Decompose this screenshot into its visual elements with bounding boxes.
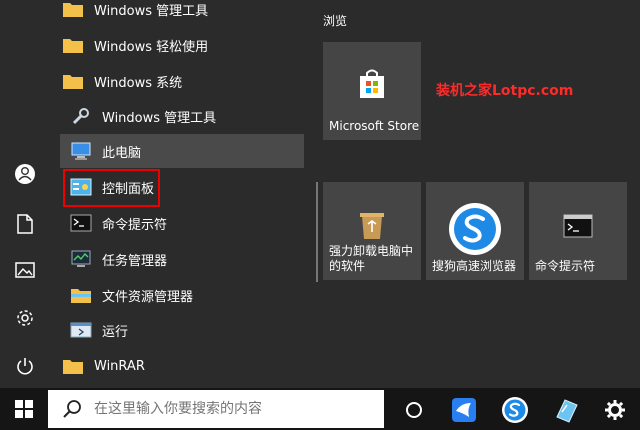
admin-tools-icon [70,105,92,127]
highlight-box [63,169,160,207]
command-prompt-icon [70,212,92,234]
settings-icon[interactable] [13,306,37,330]
tile-command-prompt[interactable]: 命令提示符 [529,182,627,280]
power-icon[interactable] [13,354,37,378]
app-item-windows-system-folder[interactable]: Windows 系统 ⌃ [62,64,354,98]
tile-sogou-browser[interactable]: 搜狗高速浏览器 [426,182,524,280]
tile-group-label: 浏览 [323,14,348,28]
pictures-icon[interactable] [13,258,37,282]
command-prompt-icon [563,214,593,238]
cortana-circle-icon [406,402,422,418]
app-item-label: 文件资源管理器 [102,289,194,305]
app-item-this-pc[interactable]: 此电脑 [60,134,304,168]
app-item-label: Windows 管理工具 [94,3,209,19]
folder-icon [62,70,84,92]
app-item-label: 任务管理器 [102,253,168,269]
app-item-label: WinRAR [94,358,145,374]
start-button[interactable] [0,388,48,430]
folder-icon [62,34,84,56]
app-item-label: 命令提示符 [102,217,168,233]
bird-app-icon [452,398,476,422]
tile-group-divider [316,182,318,282]
taskbar-app-sogou[interactable] [497,392,533,428]
search-icon [62,399,82,419]
start-rail [0,0,50,388]
taskbar-app-feishu[interactable] [446,392,482,428]
app-item-windows-admin-tools-folder[interactable]: Windows 管理工具 ⌄ [62,0,354,26]
tile-label: 搜狗高速浏览器 [432,259,517,273]
watermark-text: 装机之家Lotpc.com [436,83,574,99]
recycle-bin-icon [360,213,384,239]
app-item-windows-ease-folder[interactable]: Windows 轻松使用 ⌄ [62,28,354,62]
sogou-browser-icon [449,203,501,255]
folder-icon [62,355,84,377]
folder-icon [62,0,84,20]
control-panel-icon [556,399,578,423]
file-explorer-icon [70,284,92,306]
taskbar-search-box[interactable] [48,390,384,428]
app-item-label: Windows 管理工具 [102,110,217,126]
tile-uninstaller[interactable]: 强力卸载电脑中 的软件 [323,182,421,280]
search-input[interactable] [92,400,384,418]
store-bag-icon [360,69,384,98]
task-view-button[interactable] [396,392,432,428]
documents-icon[interactable] [13,212,37,236]
task-manager-icon [70,248,92,270]
tile-microsoft-store[interactable]: Microsoft Store [323,42,421,140]
app-item-label: 运行 [102,324,129,340]
app-item-label: 此电脑 [102,145,142,161]
tile-label: 强力卸载电脑中 的软件 [329,244,414,273]
app-item-winrar-folder[interactable]: WinRAR ⌄ [62,349,354,383]
taskbar-app-control-panel[interactable] [548,392,584,428]
gear-icon [605,400,625,420]
computer-icon [70,140,92,162]
user-icon[interactable] [13,162,37,186]
app-item-label: Windows 系统 [94,75,183,91]
run-icon [70,319,92,341]
tile-label: 命令提示符 [535,259,596,273]
app-item-label: Windows 轻松使用 [94,39,209,55]
sogou-browser-icon [502,397,528,423]
taskbar-settings-button[interactable] [597,392,633,428]
tile-label: Microsoft Store [329,119,420,133]
windows-logo-icon [15,400,33,418]
